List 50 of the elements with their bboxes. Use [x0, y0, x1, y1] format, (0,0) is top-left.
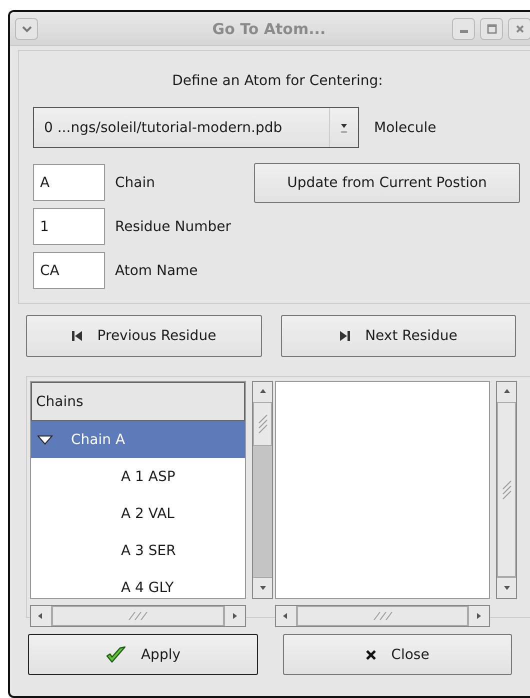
- scroll-down-button[interactable]: [497, 577, 516, 598]
- scroll-thumb[interactable]: [297, 606, 468, 626]
- field-label: Residue Number: [115, 218, 231, 234]
- tree-row[interactable]: Chain A: [31, 421, 245, 458]
- scroll-left-button[interactable]: [276, 606, 297, 626]
- minimize-button[interactable]: [452, 18, 475, 40]
- scroll-down-button[interactable]: [253, 577, 272, 598]
- chevron-down-icon: [20, 24, 32, 32]
- close-window-button[interactable]: [508, 18, 530, 40]
- close-button[interactable]: Close: [282, 634, 512, 675]
- minimize-icon: [460, 30, 468, 32]
- field-label: Atom Name: [115, 262, 198, 278]
- scroll-up-button[interactable]: [497, 382, 516, 402]
- next-residue-button[interactable]: Next Residue: [280, 315, 516, 357]
- section-heading: Define an Atom for Centering:: [172, 73, 384, 89]
- scroll-thumb[interactable]: [253, 402, 272, 446]
- scroll-thumb[interactable]: [52, 606, 224, 626]
- window-menu-button[interactable]: [15, 18, 38, 40]
- scroll-right-button[interactable]: [224, 606, 245, 626]
- window-title: Go To Atom...: [211, 20, 327, 38]
- previous-residue-button[interactable]: Previous Residue: [26, 315, 262, 357]
- close-icon: [365, 648, 378, 660]
- tree-row[interactable]: A 3 SER: [31, 532, 245, 569]
- update-position-button[interactable]: Update from Current Postion: [254, 163, 520, 203]
- vertical-scrollbar[interactable]: [252, 381, 273, 599]
- field-label: Molecule: [374, 120, 436, 136]
- tree-row[interactable]: A 2 VAL: [31, 495, 245, 532]
- checkmark-icon: [104, 644, 127, 664]
- maximize-icon: [486, 24, 496, 34]
- tree-row[interactable]: A 4 GLY: [31, 569, 245, 598]
- horizontal-scrollbar[interactable]: [275, 605, 490, 627]
- scroll-thumb[interactable]: [497, 402, 516, 577]
- input-field[interactable]: 1: [33, 208, 105, 245]
- scroll-up-button[interactable]: [253, 382, 272, 402]
- scroll-left-button[interactable]: [31, 606, 52, 626]
- skip-back-icon: [71, 330, 84, 342]
- horizontal-scrollbar[interactable]: [30, 605, 246, 627]
- column-header[interactable]: Chains: [31, 382, 245, 421]
- apply-button[interactable]: Apply: [28, 634, 258, 675]
- expander-down-icon[interactable]: [37, 434, 53, 446]
- field-label: Chain: [115, 174, 155, 190]
- vertical-scrollbar[interactable]: [496, 381, 517, 599]
- close-icon: [514, 24, 524, 34]
- scroll-right-button[interactable]: [468, 606, 489, 626]
- maximize-button[interactable]: [480, 18, 503, 40]
- input-field[interactable]: CA: [33, 252, 105, 289]
- molecule-dropdown[interactable]: 0 ...ngs/soleil/tutorial-modern.pdb: [33, 107, 359, 148]
- input-field[interactable]: A: [33, 164, 105, 201]
- tree-row[interactable]: A 1 ASP: [31, 458, 245, 495]
- skip-forward-icon: [339, 330, 352, 342]
